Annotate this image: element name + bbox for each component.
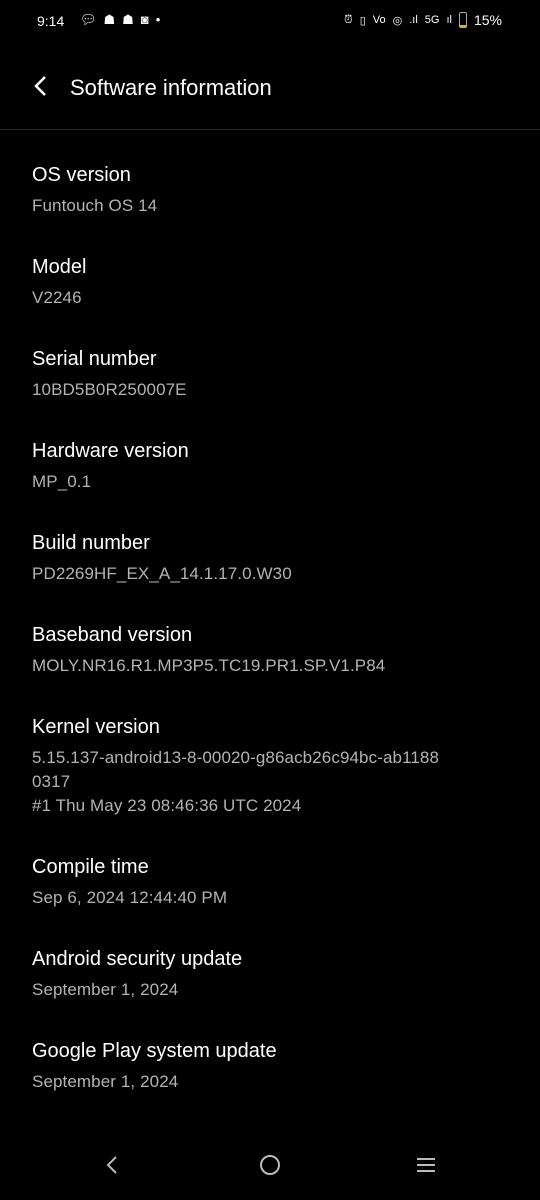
item-value: September 1, 2024 [32,980,179,999]
info-item-google-play-system-update[interactable]: Google Play system update September 1, 20… [32,1038,512,1094]
dot-icon: • [155,12,161,27]
info-item-os-version[interactable]: OS version Funtouch OS 14 [32,162,512,218]
item-label: Kernel version [32,716,160,738]
instagram-icon: ◙ [140,12,149,27]
info-item-kernel-version[interactable]: Kernel version 5.15.137-android13-8-00020… [32,714,512,818]
vibrate-icon: ▯ [359,14,366,27]
snapchat-icon: ☗ [122,12,134,27]
info-item-android-security-update[interactable]: Android security update September 1, 2024 [32,946,512,1002]
item-value: MP_0.1 [32,472,92,491]
chevron-left-icon [34,76,46,96]
snapchat-icon: ☗ [103,12,116,27]
item-label: Baseband version [32,624,193,646]
item-label: OS version [32,164,131,186]
notification-icons: 💬︎ ☗ ☗ ◙ • [80,12,160,28]
signal-icon: .ıl [409,14,418,26]
page-title: Software information [70,75,272,100]
item-value: September 1, 2024 [32,1072,179,1091]
navigation-bar [0,1145,540,1200]
nav-home-button[interactable] [258,1153,282,1184]
item-value: V2246 [32,288,82,307]
info-item-model[interactable]: Model V2246 [32,254,512,310]
app-bar: Software information [0,62,540,116]
item-value: 10BD5B0R250007E [32,380,187,399]
item-label: Compile time [32,856,149,878]
home-icon [260,1155,280,1175]
divider [0,129,540,130]
item-label: Model [32,256,87,278]
info-item-baseband-version[interactable]: Baseband version MOLY.NR16.R1.MP3P5.TC19.… [32,622,512,678]
battery-percent: 15% [473,12,502,28]
chat-icon: 💬︎ [80,12,97,27]
item-label: Hardware version [32,440,189,462]
info-item-compile-time[interactable]: Compile time Sep 6, 2024 12:44:40 PM [32,854,512,910]
info-item-hardware-version[interactable]: Hardware version MP_0.1 [32,438,512,494]
info-item-serial-number[interactable]: Serial number 10BD5B0R250007E [32,346,512,402]
system-icons: ⏰︎ ▯ Vo ◎ .ıl 5G ıl 15% [344,12,502,28]
back-button[interactable] [32,74,48,102]
info-list: OS version Funtouch OS 14 Model V2246 Serial… [32,162,512,1130]
info-item-build-number[interactable]: Build number PD2269HF_EX_A_14.1.17.0.W30 [32,530,512,586]
item-value: PD2269HF_EX_A_14.1.17.0.W30 [32,564,292,583]
alarm-icon: ⏰︎ [344,13,353,26]
clock: 9:14 [37,13,65,29]
item-label: Google Play system update [32,1040,277,1062]
battery-icon [458,12,467,28]
item-label: Serial number [32,348,157,370]
hotspot-icon: ◎ [392,14,403,27]
item-value: Funtouch OS 14 [32,196,158,215]
menu-icon [417,1158,435,1172]
volte-icon: Vo [372,14,386,26]
nav-back-button[interactable] [104,1153,120,1184]
status-bar: 9:14 💬︎ ☗ ☗ ◙ • ⏰︎ ▯ Vo ◎ .ıl 5G ıl 15% [0,0,540,44]
item-label: Build number [32,532,150,554]
network-type: 5G [424,14,440,26]
item-label: Android security update [32,948,243,970]
back-icon [106,1156,117,1174]
item-value: MOLY.NR16.R1.MP3P5.TC19.PR1.SP.V1.P84 [32,656,386,675]
nav-recents-button[interactable] [414,1153,438,1184]
item-value: Sep 6, 2024 12:44:40 PM [32,888,228,907]
signal-icon: ıl [446,14,452,26]
item-value: 5.15.137-android13-8-00020-g86acb26c94bc… [32,748,440,815]
